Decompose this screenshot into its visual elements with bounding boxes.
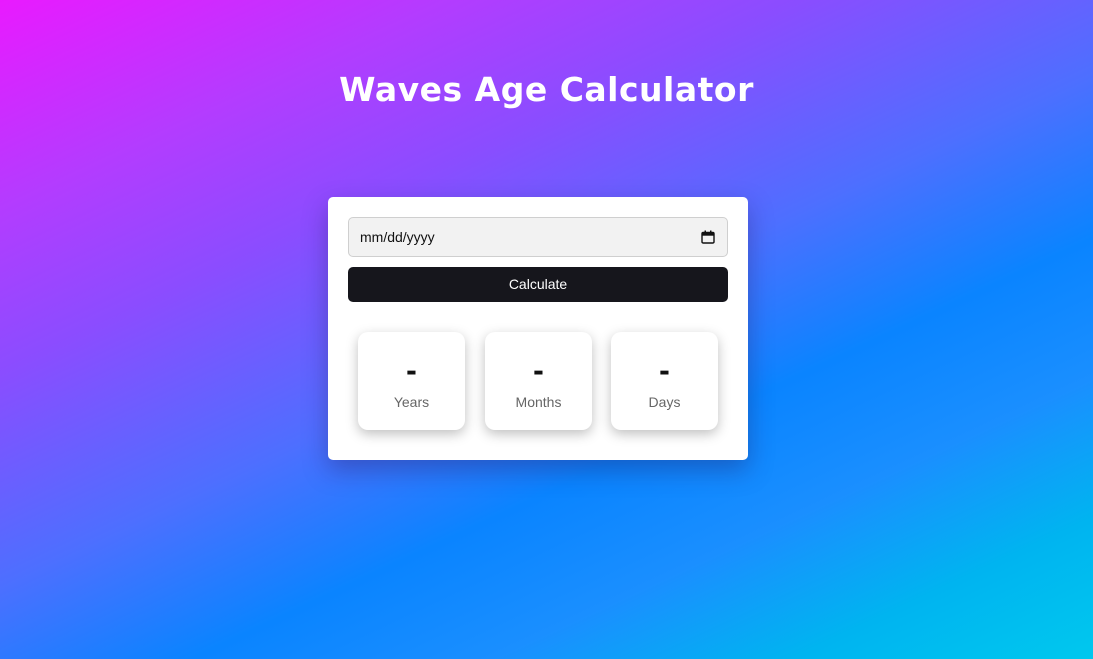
days-value: - xyxy=(659,352,670,388)
months-label: Months xyxy=(515,394,562,410)
days-box: - Days xyxy=(611,332,718,430)
years-label: Years xyxy=(393,394,430,410)
calculator-card: mm/dd/yyyy Calculate - Years - Months - … xyxy=(328,197,748,460)
months-box: - Months xyxy=(485,332,592,430)
page-title: Waves Age Calculator xyxy=(339,70,754,109)
days-label: Days xyxy=(648,394,681,410)
birthdate-input[interactable]: mm/dd/yyyy xyxy=(348,217,728,257)
years-box: - Years xyxy=(358,332,465,430)
date-placeholder: mm/dd/yyyy xyxy=(360,229,435,245)
months-value: - xyxy=(533,352,544,388)
years-value: - xyxy=(406,352,417,388)
calendar-icon[interactable] xyxy=(701,230,715,244)
calculate-button[interactable]: Calculate xyxy=(348,267,728,302)
